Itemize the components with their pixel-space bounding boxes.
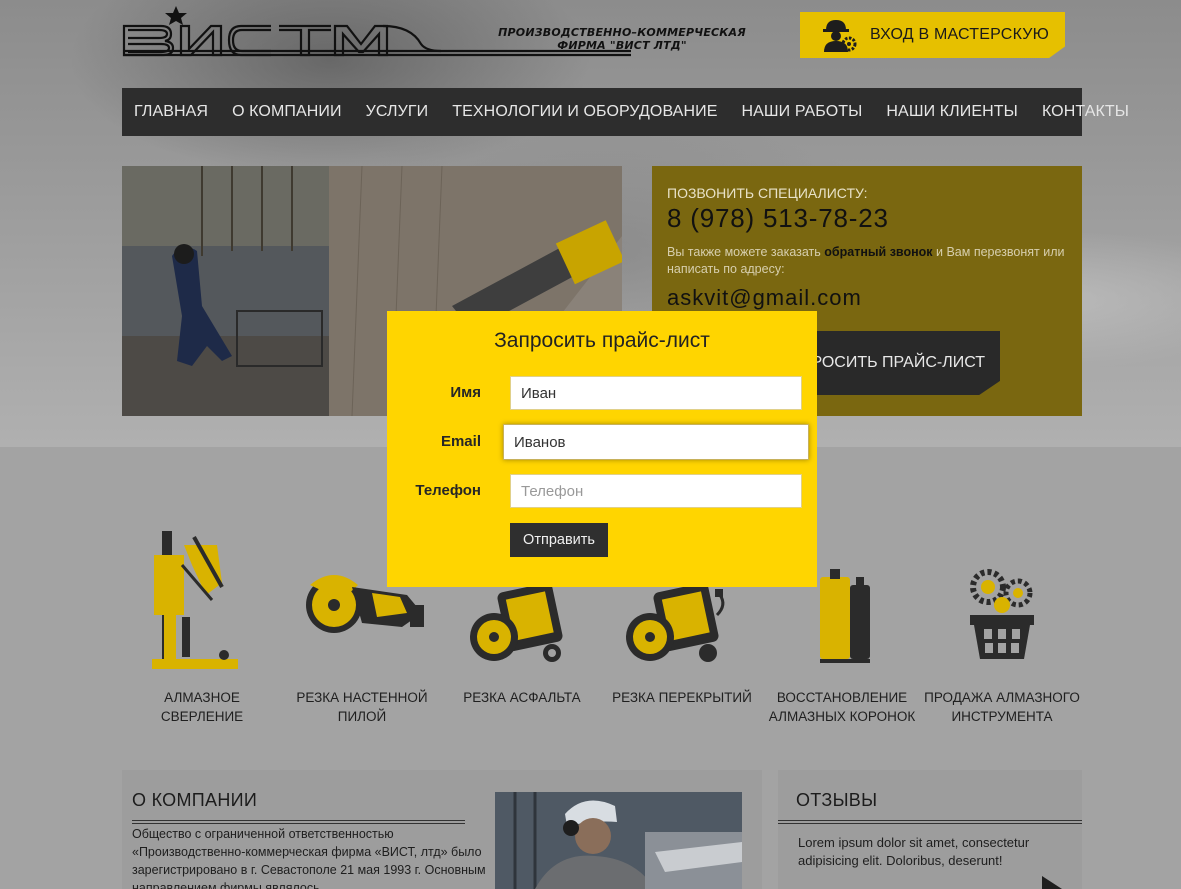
name-label: Имя	[450, 384, 481, 401]
phone-input[interactable]	[510, 474, 802, 508]
workshop-login-button[interactable]: ВХОД В МАСТЕРСКУЮ	[800, 12, 1065, 58]
drill-rig-icon	[152, 531, 238, 669]
worker-gear-icon	[823, 20, 857, 52]
review-next-arrow-icon[interactable]	[1042, 876, 1062, 889]
name-input[interactable]	[510, 376, 802, 410]
nav-item-services[interactable]: УСЛУГИ	[366, 103, 429, 121]
callback-note: Вы также можете заказать обратный звонок…	[667, 244, 1072, 278]
basket-gears-icon	[970, 569, 1034, 659]
nav-item-works[interactable]: НАШИ РАБОТЫ	[741, 103, 862, 121]
service-label: РЕЗКА АСФАЛЬТА	[463, 690, 581, 705]
reviews-section: ОТЗЫВЫ Lorem ipsum dolor sit amet, conse…	[778, 770, 1082, 889]
site-logo[interactable]: ПРОИЗВОДСТВЕННО–КОММЕРЧЕСКАЯ ФИРМА "ВИСТ…	[121, 4, 746, 58]
callback-note-before: Вы также можете заказать	[667, 245, 825, 259]
contact-email[interactable]: askvit@gmail.com	[667, 285, 862, 311]
review-text: Lorem ipsum dolor sit amet, consectetur …	[798, 835, 1030, 868]
email-label: Email	[440, 433, 481, 450]
nav-item-about[interactable]: О КОМПАНИИ	[232, 103, 342, 121]
service-label: ВОССТАНОВЛЕНИЕ АЛМАЗНЫХ КОРОНОК	[768, 690, 916, 724]
nav-item-home[interactable]: ГЛАВНАЯ	[134, 103, 208, 121]
about-title: О КОМПАНИИ	[132, 790, 258, 810]
workshop-login-label: ВХОД В МАСТЕРСКУЮ	[870, 26, 1049, 43]
main-nav: ГЛАВНАЯ О КОМПАНИИ УСЛУГИ ТЕХНОЛОГИИ И О…	[122, 88, 1129, 136]
phone-label: Телефон	[415, 482, 481, 499]
service-label: ПРОДАЖА АЛМАЗНОГО ИНСТРУМЕНТА	[924, 690, 1080, 724]
modal-title: Запросить прайс-лист	[494, 329, 710, 352]
phone-number[interactable]: 8 (978) 513-78-23	[667, 203, 889, 234]
nav-item-technology[interactable]: ТЕХНОЛОГИИ И ОБОРУДОВАНИЕ	[452, 103, 717, 121]
service-label: АЛМАЗНОЕ СВЕРЛЕНИЕ	[160, 690, 244, 724]
service-tool-sales[interactable]: ПРОДАЖА АЛМАЗНОГО ИНСТРУМЕНТА	[922, 525, 1082, 724]
logo-line-1: ПРОИЗВОДСТВЕННО–КОММЕРЧЕСКАЯ	[498, 26, 746, 39]
service-label: РЕЗКА НАСТЕННОЙ ПИЛОЙ	[296, 690, 428, 724]
reviews-title: ОТЗЫВЫ	[796, 790, 878, 810]
email-input[interactable]	[503, 424, 809, 460]
about-text: Общество с ограниченной ответственностью…	[132, 827, 486, 889]
request-price-label: ПРОСИТЬ ПРАЙС-ЛИСТ	[800, 354, 985, 371]
about-photo	[495, 792, 742, 889]
callback-link[interactable]: обратный звонок	[824, 245, 932, 259]
logo-caption: ПРОИЗВОДСТВЕННО–КОММЕРЧЕСКАЯ ФИРМА "ВИСТ…	[497, 26, 747, 52]
price-request-modal: Запросить прайс-лист Имя Email Телефон О…	[387, 311, 817, 587]
about-title-divider	[132, 820, 465, 824]
logo-line-2: ФИРМА "ВИСТ ЛТД"	[557, 39, 687, 52]
service-diamond-drilling[interactable]: АЛМАЗНОЕ СВЕРЛЕНИЕ	[122, 525, 282, 724]
about-section: О КОМПАНИИ Общество с ограниченной ответ…	[122, 770, 762, 889]
nav-item-clients[interactable]: НАШИ КЛИЕНТЫ	[886, 103, 1018, 121]
reviews-title-divider	[778, 820, 1082, 824]
nav-item-contacts[interactable]: КОНТАКТЫ	[1042, 103, 1129, 121]
request-price-button[interactable]: ПРОСИТЬ ПРАЙС-ЛИСТ	[792, 331, 1000, 395]
worker-photo-illustration	[495, 792, 742, 889]
submit-button[interactable]: Отправить	[510, 523, 608, 557]
service-label: РЕЗКА ПЕРЕКРЫТИЙ	[612, 690, 752, 705]
call-specialist-label: ПОЗВОНИТЬ СПЕЦИАЛИСТУ:	[667, 185, 868, 201]
